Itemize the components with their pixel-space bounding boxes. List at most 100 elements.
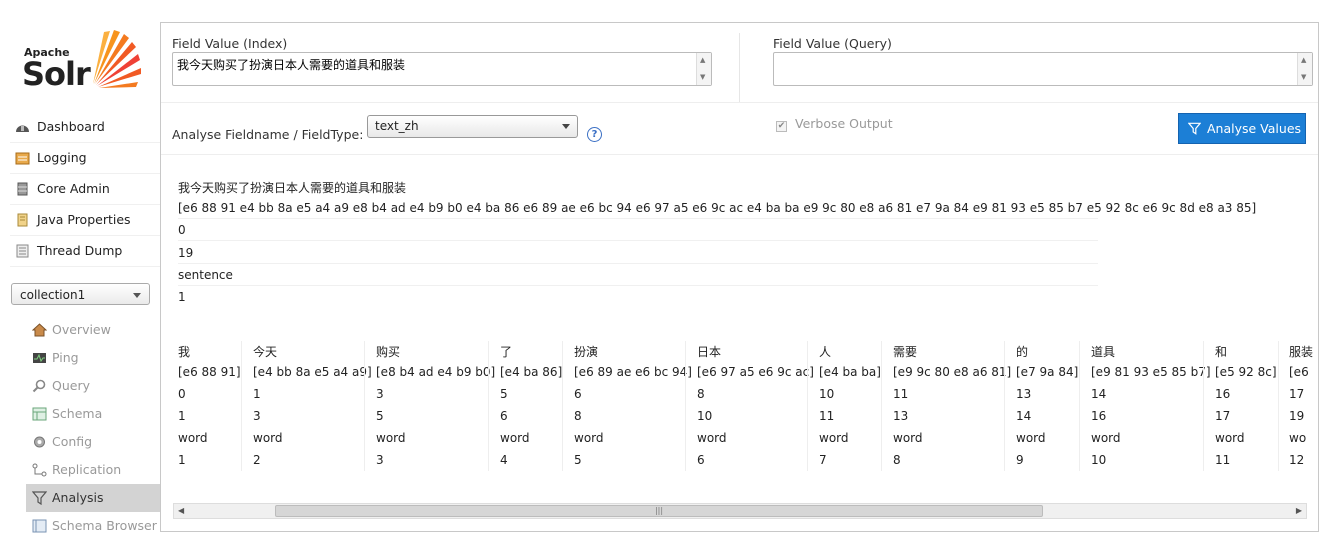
subnav-item-analysis[interactable]: Analysis <box>26 484 161 512</box>
column-divider <box>364 341 365 471</box>
logging-icon <box>15 152 30 165</box>
token-start: 5 <box>500 387 508 401</box>
nav-item-label: Thread Dump <box>37 243 123 258</box>
token-end: 11 <box>819 409 835 423</box>
main-nav: Dashboard Logging Core Admin Java Proper… <box>10 112 160 267</box>
scroll-right-icon[interactable]: ▶ <box>1296 506 1302 515</box>
filter-icon <box>32 491 47 505</box>
column-divider <box>1278 341 1279 471</box>
sentence-type: sentence <box>178 268 233 282</box>
token-position: 8 <box>893 453 901 467</box>
subnav-item-replication[interactable]: Replication <box>26 456 161 484</box>
subnav-item-label: Overview <box>52 322 111 337</box>
subnav-item-schema[interactable]: Schema <box>26 400 161 428</box>
nav-item-thread-dump[interactable]: Thread Dump <box>10 236 160 267</box>
token-end: 10 <box>697 409 713 423</box>
token-text: 我 <box>178 345 191 359</box>
token-text: 需要 <box>893 345 918 359</box>
verbose-output-checkbox[interactable]: ✔ Verbose Output <box>776 116 893 132</box>
token-type: word <box>819 431 849 445</box>
index-value-input[interactable]: 我今天购买了扮演日本人需要的道具和服装 ▲ ▼ <box>172 52 712 86</box>
nav-item-label: Logging <box>37 150 87 165</box>
token-end: 3 <box>253 409 261 423</box>
scroll-left-icon[interactable]: ◀ <box>178 506 184 515</box>
collection-selector[interactable]: collection1 <box>11 283 150 305</box>
core-admin-icon <box>17 182 28 196</box>
column-divider <box>562 341 563 471</box>
token-position: 1 <box>178 453 186 467</box>
token-raw-bytes: [e6 89 ae e6 bc 94] <box>574 365 692 379</box>
row-divider <box>178 218 1098 219</box>
checkbox-checked-icon: ✔ <box>776 121 787 132</box>
index-value-text: 我今天购买了扮演日本人需要的道具和服装 <box>177 58 406 72</box>
textarea-scrollbar[interactable]: ▲ ▼ <box>696 53 711 85</box>
column-divider <box>488 341 489 471</box>
subnav-item-config[interactable]: Config <box>26 428 161 456</box>
textarea-scrollbar[interactable]: ▲ ▼ <box>1297 53 1312 85</box>
sentence-raw-bytes: [e6 88 91 e4 bb 8a e5 a4 a9 e8 b4 ad e4 … <box>178 201 1257 215</box>
token-text: 的 <box>1016 345 1029 359</box>
field-divider <box>739 33 740 103</box>
chevron-down-icon <box>562 124 570 129</box>
home-icon <box>32 323 47 337</box>
token-type: word <box>574 431 604 445</box>
query-value-input[interactable]: ▲ ▼ <box>773 52 1313 86</box>
analysis-panel: Field Value (Index) 我 今天 购买 了 扮演 日本 人 需要 的 道具 和 服装 … <box>160 22 1319 532</box>
nav-item-core-admin[interactable]: Core Admin <box>10 174 160 205</box>
token-type: word <box>1016 431 1046 445</box>
sentence-position: 1 <box>178 290 186 304</box>
horizontal-scrollbar[interactable]: ◀ ||| ▶ <box>173 503 1307 519</box>
token-raw-bytes: [e9 81 93 e5 85 b7] <box>1091 365 1211 379</box>
filter-icon <box>1188 122 1201 135</box>
analyse-values-button[interactable]: Analyse Values <box>1178 113 1306 144</box>
token-position: 9 <box>1016 453 1024 467</box>
token-text: 今天 <box>253 345 278 359</box>
subnav-item-label: Analysis <box>52 490 104 505</box>
column-divider <box>807 341 808 471</box>
analyse-values-label: Analyse Values <box>1207 121 1302 136</box>
token-text: 服装 <box>1289 345 1314 359</box>
token-position: 10 <box>1091 453 1107 467</box>
help-icon[interactable]: ? <box>587 127 602 142</box>
subnav-item-query[interactable]: Query <box>26 372 161 400</box>
subnav-item-overview[interactable]: Overview <box>26 316 161 344</box>
ping-icon <box>33 353 46 363</box>
scroll-up-icon: ▲ <box>1301 56 1307 64</box>
row-divider <box>178 240 1098 241</box>
token-start: 11 <box>893 387 909 401</box>
index-value-label: Field Value (Index) <box>172 36 288 51</box>
scrollbar-thumb[interactable]: ||| <box>275 505 1043 517</box>
token-raw-bytes: [e6 88 91] <box>178 365 241 379</box>
subnav-item-label: Replication <box>52 462 122 477</box>
token-end: 17 <box>1215 409 1231 423</box>
token-end: 16 <box>1091 409 1107 423</box>
java-properties-icon <box>17 213 28 227</box>
token-end: 6 <box>500 409 508 423</box>
column-divider <box>881 341 882 471</box>
sidebar: Apache Solr Dashboard Logging Core Admin… <box>0 0 162 538</box>
token-type: word <box>376 431 406 445</box>
subnav-item-schema-browser[interactable]: Schema Browser <box>26 512 161 540</box>
token-column: 服装 [e6 17 19 wo 12 <box>1289 341 1318 481</box>
token-start: 10 <box>819 387 835 401</box>
token-position: 12 <box>1289 453 1305 467</box>
subnav-item-label: Query <box>52 378 90 393</box>
token-start: 6 <box>574 387 582 401</box>
solr-logo[interactable]: Apache Solr <box>22 28 146 94</box>
fieldtype-select[interactable]: text_zh <box>367 115 578 138</box>
token-raw-bytes: [e4 bb 8a e5 a4 a9] <box>253 365 372 379</box>
verbose-output-label: Verbose Output <box>795 116 893 131</box>
nav-item-java-properties[interactable]: Java Properties <box>10 205 160 236</box>
nav-item-dashboard[interactable]: Dashboard <box>10 112 160 143</box>
dashboard-icon <box>16 125 29 132</box>
query-value-label: Field Value (Query) <box>773 36 892 51</box>
nav-item-logging[interactable]: Logging <box>10 143 160 174</box>
subnav-item-label: Schema Browser <box>52 518 157 533</box>
column-divider <box>1004 341 1005 471</box>
token-raw-bytes: [e5 92 8c] <box>1215 365 1277 379</box>
scroll-up-icon: ▲ <box>700 56 706 64</box>
sentence-start: 0 <box>178 223 186 237</box>
fieldtype-select-value: text_zh <box>375 119 419 133</box>
token-raw-bytes: [e9 9c 80 e8 a6 81] <box>893 365 1012 379</box>
subnav-item-ping[interactable]: Ping <box>26 344 161 372</box>
